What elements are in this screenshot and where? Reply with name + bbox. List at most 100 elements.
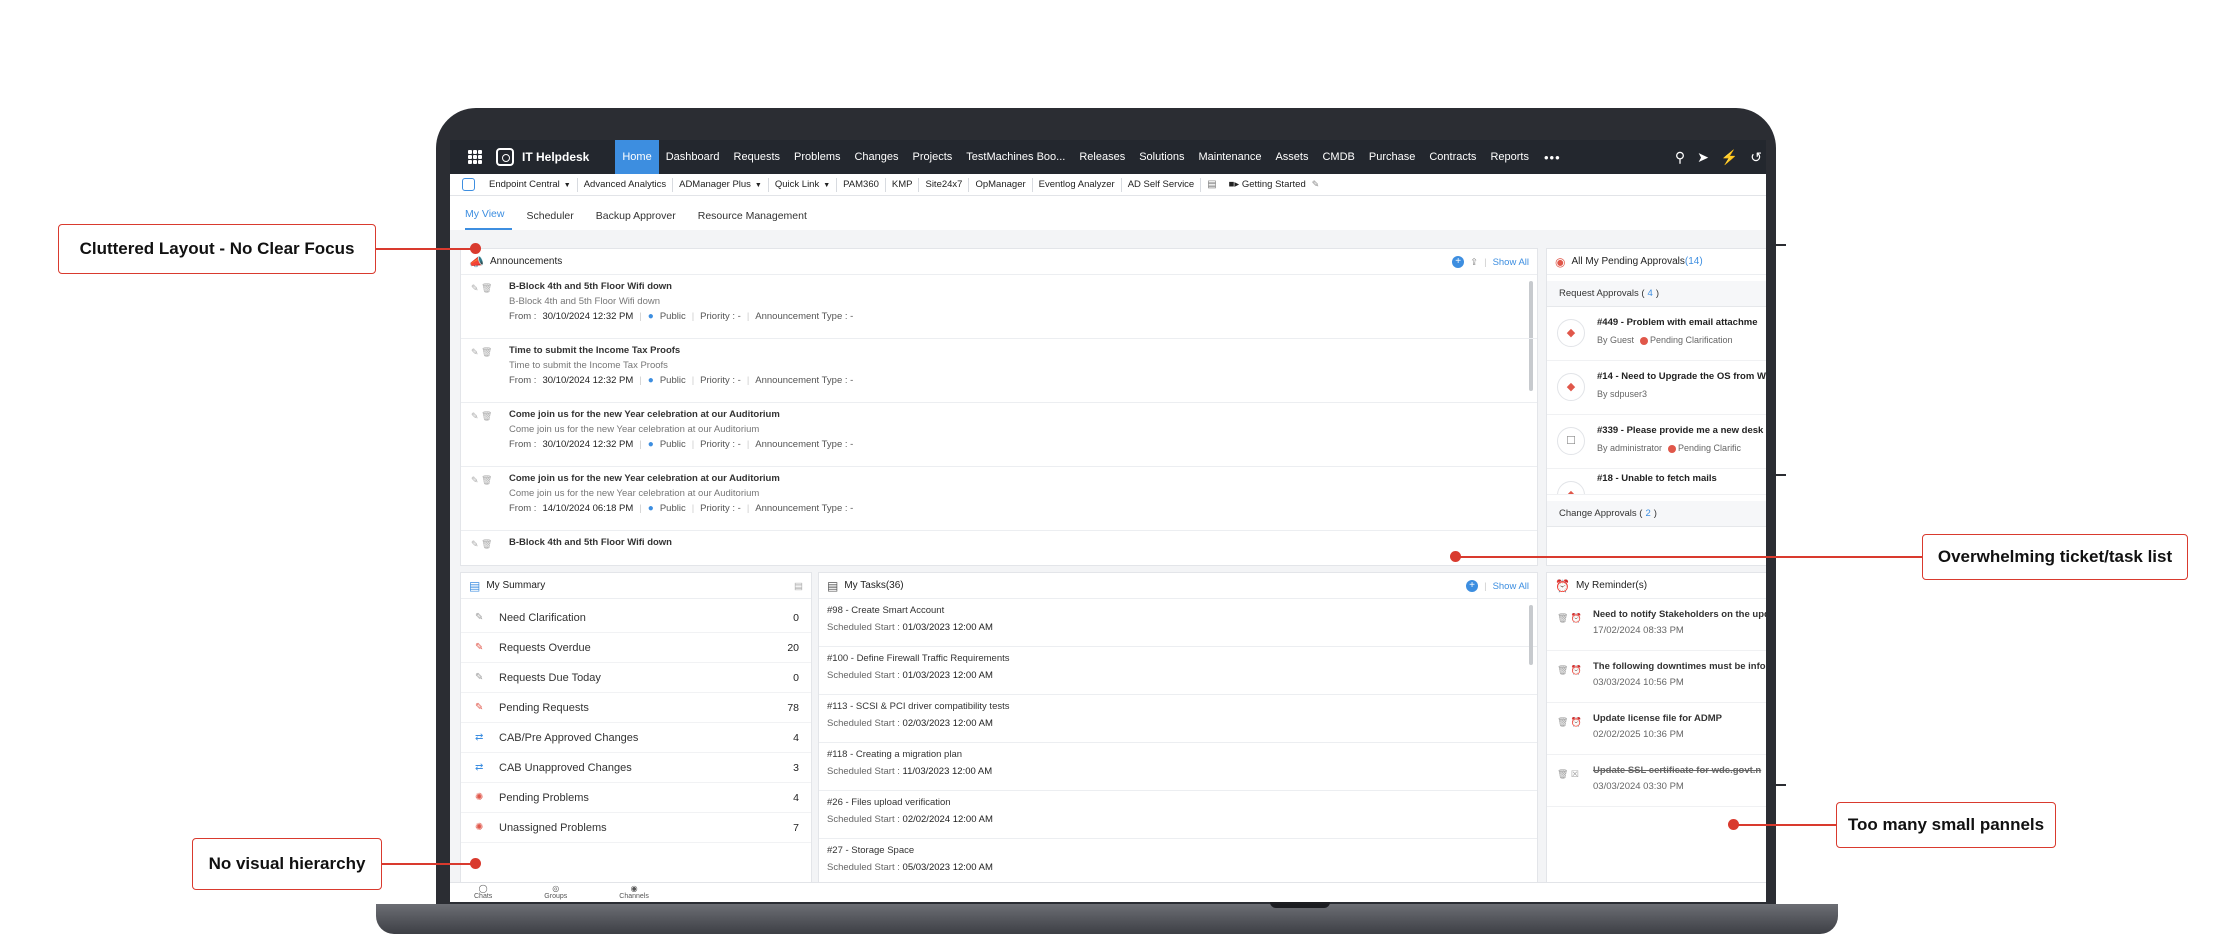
- nav-solutions[interactable]: Solutions: [1132, 140, 1191, 174]
- summary-row[interactable]: ✎ Pending Requests 78: [461, 693, 811, 723]
- nav-dashboard[interactable]: Dashboard: [659, 140, 727, 174]
- nav-projects[interactable]: Projects: [906, 140, 960, 174]
- tab-my-view[interactable]: My View: [465, 208, 513, 230]
- nav-assets[interactable]: Assets: [1268, 140, 1315, 174]
- tasks-header: ▤ My Tasks(36) + | Show All: [819, 573, 1537, 599]
- groups-button[interactable]: ◎ Groups: [544, 883, 567, 902]
- nav-problems[interactable]: Problems: [787, 140, 847, 174]
- nav-testmachines[interactable]: TestMachines Boo...: [959, 140, 1072, 174]
- reminder-item[interactable]: 🗑 ⏰ Need to notify Stakeholders on the up…: [1547, 599, 1766, 651]
- announcement-meta: From :30/10/2024 12:32 PM | ● Public | Priori…: [509, 439, 854, 450]
- reminder-item[interactable]: 🗑 ⏰ Update license file for ADMP 02/02/202…: [1547, 703, 1766, 755]
- announcements-show-all-link[interactable]: Show All: [1493, 257, 1529, 268]
- tasks-show-all-link[interactable]: Show All: [1493, 581, 1529, 592]
- announcement-item[interactable]: ✎ 🗑 Come join us for the new Year celebr…: [461, 403, 1537, 467]
- toolbar-quick-link[interactable]: Quick Link ▼: [769, 177, 838, 192]
- approval-by: By administrator Pending Clarific: [1597, 443, 1742, 453]
- announcement-item[interactable]: ✎ 🗑 Time to submit the Income Tax Proofs…: [461, 339, 1537, 403]
- settings-icon[interactable]: ▤: [794, 581, 803, 592]
- request-approvals-header[interactable]: Request Approvals (4): [1547, 281, 1766, 307]
- approval-title: #14 - Need to Upgrade the OS from W: [1597, 371, 1766, 382]
- app-grid-icon[interactable]: [468, 150, 482, 164]
- summary-row[interactable]: ⇄ CAB Unapproved Changes 3: [461, 753, 811, 783]
- approval-item[interactable]: ◆ #14 - Need to Upgrade the OS from W By…: [1547, 361, 1766, 415]
- change-approvals-header[interactable]: Change Approvals (2): [1547, 501, 1766, 527]
- announcement-title: Come join us for the new Year celebratio…: [509, 409, 780, 420]
- add-announcement-icon[interactable]: +: [1452, 256, 1465, 268]
- reminder-item[interactable]: 🗑 ☒ Update SSL certificate for wdc.govt.n…: [1547, 755, 1766, 807]
- rocket-icon[interactable]: ➤: [1697, 149, 1709, 166]
- document-icon[interactable]: ▤: [1207, 179, 1216, 190]
- edit-delete-icons[interactable]: ✎ 🗑: [471, 475, 492, 486]
- summary-row[interactable]: ✎ Requests Due Today 0: [461, 663, 811, 693]
- summary-row[interactable]: ✺ Unassigned Problems 7: [461, 813, 811, 843]
- task-item[interactable]: #26 - Files upload verification Scheduled…: [819, 791, 1537, 839]
- toolbar-eventlog-analyzer[interactable]: Eventlog Analyzer: [1033, 177, 1122, 192]
- my-summary-panel: ▤ My Summary ▤ ✎ Need Clarification 0 ✎ Req…: [460, 572, 812, 884]
- video-icon: ■▸: [1228, 178, 1242, 190]
- nav-home[interactable]: Home: [615, 140, 659, 174]
- announcement-item[interactable]: ✎ 🗑 B-Block 4th and 5th Floor Wifi down …: [461, 275, 1537, 339]
- nav-requests[interactable]: Requests: [727, 140, 787, 174]
- nav-contracts[interactable]: Contracts: [1422, 140, 1483, 174]
- nav-purchase[interactable]: Purchase: [1362, 140, 1422, 174]
- globe-icon: ●: [647, 311, 654, 322]
- nav-changes[interactable]: Changes: [847, 140, 905, 174]
- history-icon[interactable]: ↺: [1750, 149, 1762, 166]
- toolbar-pam360[interactable]: PAM360: [837, 177, 886, 192]
- toolbar-advanced-analytics[interactable]: Advanced Analytics: [578, 177, 674, 192]
- toolbar-admanager-plus[interactable]: ADManager Plus ▼: [673, 177, 769, 192]
- task-item[interactable]: #113 - SCSI & PCI driver compatibility t…: [819, 695, 1537, 743]
- channels-button[interactable]: ◉ Channels: [619, 883, 649, 902]
- approval-item[interactable]: ☐ #339 - Please provide me a new desk By…: [1547, 415, 1766, 469]
- task-item[interactable]: #100 - Define Firewall Traffic Requireme…: [819, 647, 1537, 695]
- toolbar-getting-started[interactable]: ■▸ Getting Started: [1223, 178, 1312, 192]
- tab-scheduler[interactable]: Scheduler: [526, 210, 581, 230]
- edit-delete-icons[interactable]: ✎ 🗑: [471, 347, 492, 358]
- frame-tick: [1776, 244, 1786, 246]
- edit-delete-icons[interactable]: ✎ 🗑: [471, 283, 492, 294]
- edit-delete-icons[interactable]: ✎ 🗑: [471, 539, 492, 550]
- task-item[interactable]: #98 - Create Smart Account Scheduled Star…: [819, 599, 1537, 647]
- overdue-icon: ✎: [475, 642, 484, 653]
- summary-row[interactable]: ⇄ CAB/Pre Approved Changes 4: [461, 723, 811, 753]
- announcement-item[interactable]: ✎ 🗑 Come join us for the new Year celebr…: [461, 467, 1537, 531]
- pending-requests-icon: ✎: [475, 702, 484, 713]
- tab-resource-management[interactable]: Resource Management: [698, 210, 815, 230]
- nav-reports[interactable]: Reports: [1483, 140, 1536, 174]
- toolbar-opmanager[interactable]: OpManager: [969, 177, 1033, 192]
- approval-item[interactable]: ◆ #449 - Problem with email attachme By …: [1547, 307, 1766, 361]
- search-icon[interactable]: ⚲: [1675, 149, 1685, 166]
- task-item[interactable]: #27 - Storage Space Scheduled Start : 05/…: [819, 839, 1537, 883]
- task-item[interactable]: #118 - Creating a migration plan Schedule…: [819, 743, 1537, 791]
- nav-cmdb[interactable]: CMDB: [1315, 140, 1361, 174]
- change-icon: ⇄: [475, 762, 484, 773]
- chat-icon: ◯: [478, 884, 488, 893]
- share-icon[interactable]: ⇪: [1470, 257, 1478, 268]
- notification-badge: [1640, 336, 1649, 345]
- lightning-icon[interactable]: ⚡: [1721, 149, 1738, 166]
- summary-row[interactable]: ✎ Need Clarification 0: [461, 603, 811, 633]
- nav-more-icon[interactable]: •••: [1536, 150, 1569, 165]
- toolbar-kmp[interactable]: KMP: [886, 177, 920, 192]
- announcement-item[interactable]: ✎ 🗑 B-Block 4th and 5th Floor Wifi down: [461, 531, 1537, 565]
- reminder-item[interactable]: 🗑 ⏰ The following downtimes must be info 0…: [1547, 651, 1766, 703]
- tab-backup-approver[interactable]: Backup Approver: [596, 210, 684, 230]
- approval-item[interactable]: ◆ #18 - Unable to fetch mails: [1547, 469, 1766, 495]
- add-task-icon[interactable]: +: [1466, 580, 1479, 592]
- delete-alarm-off-icons: 🗑 ☒: [1557, 769, 1579, 779]
- pin-icon[interactable]: ✎: [1312, 179, 1320, 190]
- toolbar-ad-self-service[interactable]: AD Self Service: [1122, 177, 1202, 192]
- integrations-toolbar: Endpoint Central ▼ Advanced Analytics ADM…: [450, 174, 1766, 196]
- summary-row[interactable]: ✎ Requests Overdue 20: [461, 633, 811, 663]
- toolbar-endpoint-central[interactable]: Endpoint Central ▼: [483, 177, 578, 192]
- toolbar-site24x7[interactable]: Site24x7: [919, 177, 970, 192]
- megaphone-icon: 📣: [469, 254, 484, 269]
- tasks-scrollbar[interactable]: [1529, 605, 1533, 665]
- nav-releases[interactable]: Releases: [1072, 140, 1132, 174]
- change-icon: ⇄: [475, 732, 484, 743]
- edit-delete-icons[interactable]: ✎ 🗑: [471, 411, 492, 422]
- chats-button[interactable]: ◯ Chats: [474, 883, 492, 902]
- nav-maintenance[interactable]: Maintenance: [1191, 140, 1268, 174]
- summary-row[interactable]: ✺ Pending Problems 4: [461, 783, 811, 813]
